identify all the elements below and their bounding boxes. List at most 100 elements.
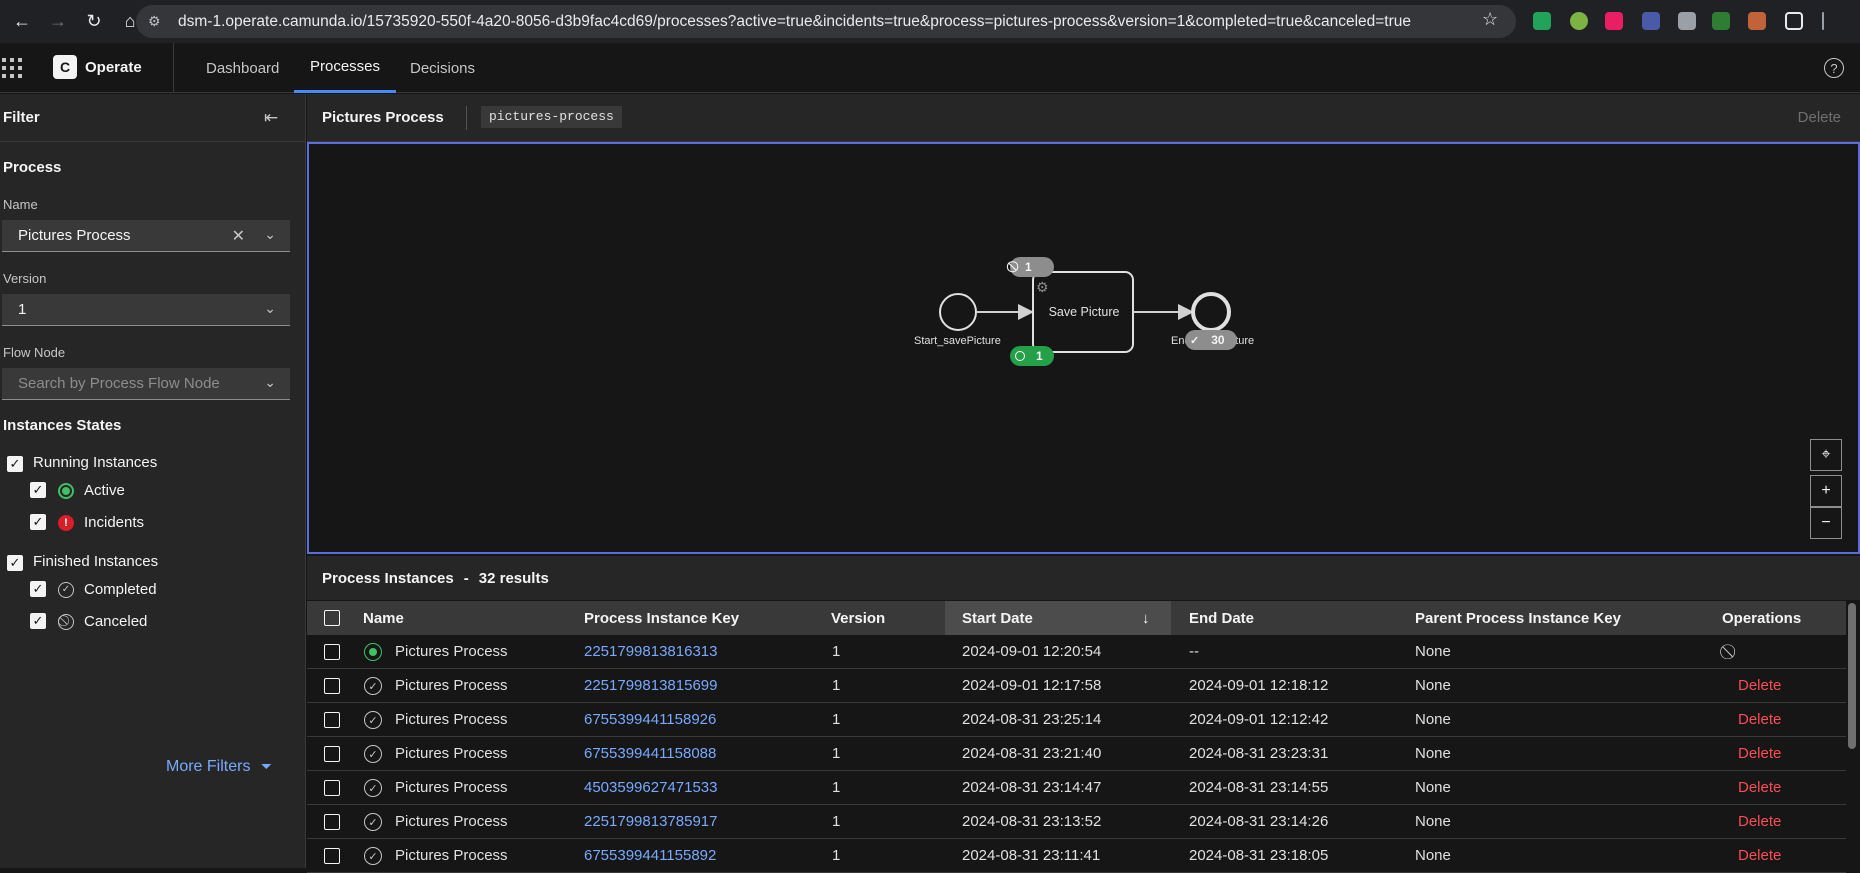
running-instances-checkbox[interactable]: ✓	[7, 456, 23, 472]
bpmn-diagram-canvas[interactable]: Start_savePicture Save Picture End_saveP…	[307, 142, 1860, 554]
version-label: Version	[3, 271, 47, 286]
row-name: Pictures Process	[395, 847, 508, 864]
url-text: dsm-1.operate.camunda.io/15735920-550f-4…	[178, 12, 1412, 30]
instances-count: 32 results	[478, 569, 549, 587]
finished-instances-checkbox[interactable]: ✓	[7, 555, 23, 571]
reload-icon[interactable]: ↻	[80, 8, 108, 36]
row-instance-key-link[interactable]: 6755399441158926	[584, 711, 716, 728]
instances-title: Process Instances	[322, 569, 454, 587]
delete-instance-button[interactable]: Delete	[1738, 779, 1781, 796]
collapse-panel-icon[interactable]: ⇤	[264, 108, 278, 128]
active-badge-icon	[1015, 351, 1025, 361]
row-checkbox[interactable]	[324, 678, 340, 694]
completed-checkbox[interactable]: ✓	[30, 581, 46, 597]
row-instance-key-link[interactable]: 2251799813815699	[584, 677, 717, 694]
col-name[interactable]: Name	[363, 610, 404, 627]
grammarly-extension-icon[interactable]	[1533, 12, 1551, 30]
crosshair-icon: ⌖	[1821, 446, 1831, 463]
end-event[interactable]	[1191, 292, 1231, 332]
row-checkbox[interactable]	[324, 814, 340, 830]
chevron-down-icon[interactable]: ⌄	[264, 300, 276, 317]
col-end-date[interactable]: End Date	[1189, 610, 1254, 627]
table-row[interactable]: ✓ Pictures Process 4503599627471533 1 2024-0…	[307, 771, 1846, 805]
table-header: Name Process Instance Key Version Start …	[307, 601, 1846, 635]
row-name: Pictures Process	[395, 643, 508, 660]
active-checkbox[interactable]: ✓	[30, 482, 46, 498]
tab-decisions[interactable]: Decisions	[410, 43, 475, 93]
start-event-label: Start_savePicture	[914, 335, 1001, 347]
table-scrollbar[interactable]	[1848, 603, 1856, 749]
process-id-tag: pictures-process	[481, 106, 622, 128]
canceled-count-badge[interactable]: ⃠ 1	[1010, 257, 1054, 277]
extension-icon[interactable]	[1642, 12, 1660, 30]
table-row[interactable]: ✓ Pictures Process 6755399441158926 1 2024-0…	[307, 703, 1846, 737]
forward-icon[interactable]: →	[44, 8, 72, 36]
active-count-badge[interactable]: 1	[1010, 346, 1054, 366]
zoom-out-button[interactable]: −	[1810, 507, 1842, 539]
select-all-checkbox[interactable]	[324, 610, 340, 626]
delete-instance-button[interactable]: Delete	[1738, 847, 1781, 864]
table-row[interactable]: ✓ Pictures Process 2251799813815699 1 2024-0…	[307, 669, 1846, 703]
bookmark-star-icon[interactable]: ☆	[1482, 9, 1498, 30]
completed-count-badge[interactable]: ✓ 30	[1185, 330, 1237, 350]
chevron-down-icon[interactable]: ⌄	[264, 374, 276, 391]
col-start-date[interactable]: Start Date	[962, 610, 1033, 627]
instances-states-title: Instances States	[3, 417, 122, 434]
col-parent-key[interactable]: Parent Process Instance Key	[1415, 610, 1621, 627]
extensions-puzzle-icon[interactable]	[1785, 12, 1803, 30]
plant-extension-icon[interactable]	[1712, 12, 1730, 30]
row-checkbox[interactable]	[324, 746, 340, 762]
delete-instance-button[interactable]: Delete	[1738, 813, 1781, 830]
back-icon[interactable]: ←	[8, 8, 36, 36]
row-instance-key-link[interactable]: 2251799813785917	[584, 813, 717, 830]
table-row[interactable]: ✓ Pictures Process 2251799813785917 1 2024-0…	[307, 805, 1846, 839]
clear-icon[interactable]: ✕	[232, 226, 245, 246]
row-checkbox[interactable]	[324, 644, 340, 660]
flow-node-select[interactable]: Search by Process Flow Node ⌄	[2, 368, 290, 400]
process-name-select[interactable]: Pictures Process ✕ ⌄	[2, 220, 290, 252]
process-header: Pictures Process pictures-process Delete	[307, 94, 1860, 142]
delete-instance-button[interactable]: Delete	[1738, 711, 1781, 728]
sort-descending-icon[interactable]: ↓	[1142, 610, 1150, 627]
completed-state-icon: ✓	[364, 711, 382, 729]
money-extension-icon[interactable]	[1570, 12, 1588, 30]
chevron-down-icon[interactable]: ⌄	[264, 226, 276, 243]
row-checkbox[interactable]	[324, 712, 340, 728]
browser-menu-icon[interactable]	[1822, 12, 1824, 30]
delete-instance-button[interactable]: Delete	[1738, 745, 1781, 762]
table-row[interactable]: Pictures Process 2251799813816313 1 2024-09…	[307, 635, 1846, 669]
address-bar[interactable]: ⚙ dsm-1.operate.camunda.io/15735920-550f…	[136, 5, 1516, 38]
tab-processes[interactable]: Processes	[294, 43, 397, 93]
row-instance-key-link[interactable]: 2251799813816313	[584, 643, 717, 660]
m-extension-icon[interactable]	[1678, 12, 1696, 30]
col-instance-key[interactable]: Process Instance Key	[584, 610, 739, 627]
row-checkbox[interactable]	[324, 780, 340, 796]
brand-name[interactable]: Operate	[85, 59, 142, 76]
delete-definition-button[interactable]: Delete	[1798, 109, 1841, 126]
incidents-checkbox[interactable]: ✓	[30, 514, 46, 530]
canceled-count: 1	[1025, 260, 1032, 274]
tool-extension-icon[interactable]	[1748, 12, 1766, 30]
completed-state-icon: ✓	[58, 582, 74, 598]
help-icon[interactable]: ?	[1824, 58, 1844, 78]
app-switcher-icon[interactable]	[2, 58, 22, 78]
delete-instance-button[interactable]: Delete	[1738, 677, 1781, 694]
more-filters-button[interactable]: More Filters ⏷	[166, 758, 272, 776]
row-instance-key-link[interactable]: 4503599627471533	[584, 779, 717, 796]
row-instance-key-link[interactable]: 6755399441158088	[584, 745, 716, 762]
table-row[interactable]: ✓ Pictures Process 6755399441158088 1 2024-0…	[307, 737, 1846, 771]
row-name: Pictures Process	[395, 813, 508, 830]
col-version[interactable]: Version	[831, 610, 885, 627]
app-header: C Operate Dashboard Processes Decisions …	[0, 43, 1860, 93]
version-select[interactable]: 1 ⌄	[2, 294, 290, 326]
row-end-date: 2024-08-31 23:23:31	[1189, 745, 1329, 762]
zoom-in-button[interactable]: +	[1810, 475, 1842, 507]
start-event[interactable]	[939, 293, 977, 331]
canceled-checkbox[interactable]: ✓	[30, 613, 46, 629]
reset-diagram-button[interactable]: ⌖	[1810, 439, 1842, 471]
tab-dashboard[interactable]: Dashboard	[206, 43, 279, 93]
row-checkbox[interactable]	[324, 848, 340, 864]
diamond-extension-icon[interactable]	[1605, 12, 1623, 30]
site-settings-icon[interactable]: ⚙	[148, 13, 166, 30]
row-instance-key-link[interactable]: 6755399441155892	[584, 847, 716, 864]
